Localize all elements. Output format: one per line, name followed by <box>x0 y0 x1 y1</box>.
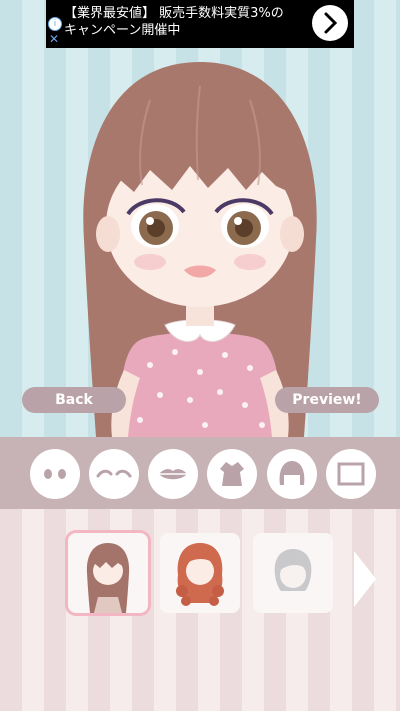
hair-icon <box>279 461 305 485</box>
item-curly-red-hair[interactable] <box>160 533 240 613</box>
ad-text-line2: キャンペーン開催中 <box>64 23 181 38</box>
preview-button[interactable]: Preview! <box>275 387 379 413</box>
ad-banner[interactable]: i ✕ 【業界最安値】 販売手数料実質3%の キャンペーン開催中 <box>46 0 354 48</box>
lips-icon <box>159 469 187 480</box>
back-button[interactable]: Back <box>22 387 126 413</box>
category-hair[interactable] <box>267 449 317 499</box>
category-eyebrows[interactable] <box>89 449 139 499</box>
dress <box>121 332 279 437</box>
long-brown-hair-thumbnail <box>86 543 130 613</box>
item-short-silver-hair[interactable] <box>253 533 333 613</box>
category-background[interactable] <box>326 449 376 499</box>
dress-icon <box>220 462 244 486</box>
eyes-icon <box>44 469 66 479</box>
eyebrows-icon <box>96 469 132 478</box>
category-lips[interactable] <box>148 449 198 499</box>
ad-close-icon[interactable]: ✕ <box>49 33 59 45</box>
frame-icon <box>337 462 365 486</box>
next-page-arrow[interactable] <box>352 549 378 609</box>
chevron-right-icon <box>354 551 376 607</box>
category-bar <box>0 437 400 509</box>
ad-arrow-icon[interactable] <box>312 5 348 41</box>
ad-text-line1: 【業界最安値】 販売手数料実質3%の <box>64 6 284 21</box>
doll-preview <box>83 62 317 437</box>
ad-text: 【業界最安値】 販売手数料実質3%の キャンペーン開催中 <box>64 5 284 39</box>
curly-red-hair-thumbnail <box>176 543 224 606</box>
short-silver-hair-thumbnail <box>274 549 312 591</box>
item-shelf <box>0 509 400 711</box>
category-eyes[interactable] <box>30 449 80 499</box>
item-long-brown-hair[interactable] <box>68 533 148 613</box>
avatar-stage: i ✕ 【業界最安値】 販売手数料実質3%の キャンペーン開催中 Back Pr… <box>0 0 400 437</box>
category-dress[interactable] <box>207 449 257 499</box>
ad-info-icon[interactable]: i <box>48 17 62 31</box>
